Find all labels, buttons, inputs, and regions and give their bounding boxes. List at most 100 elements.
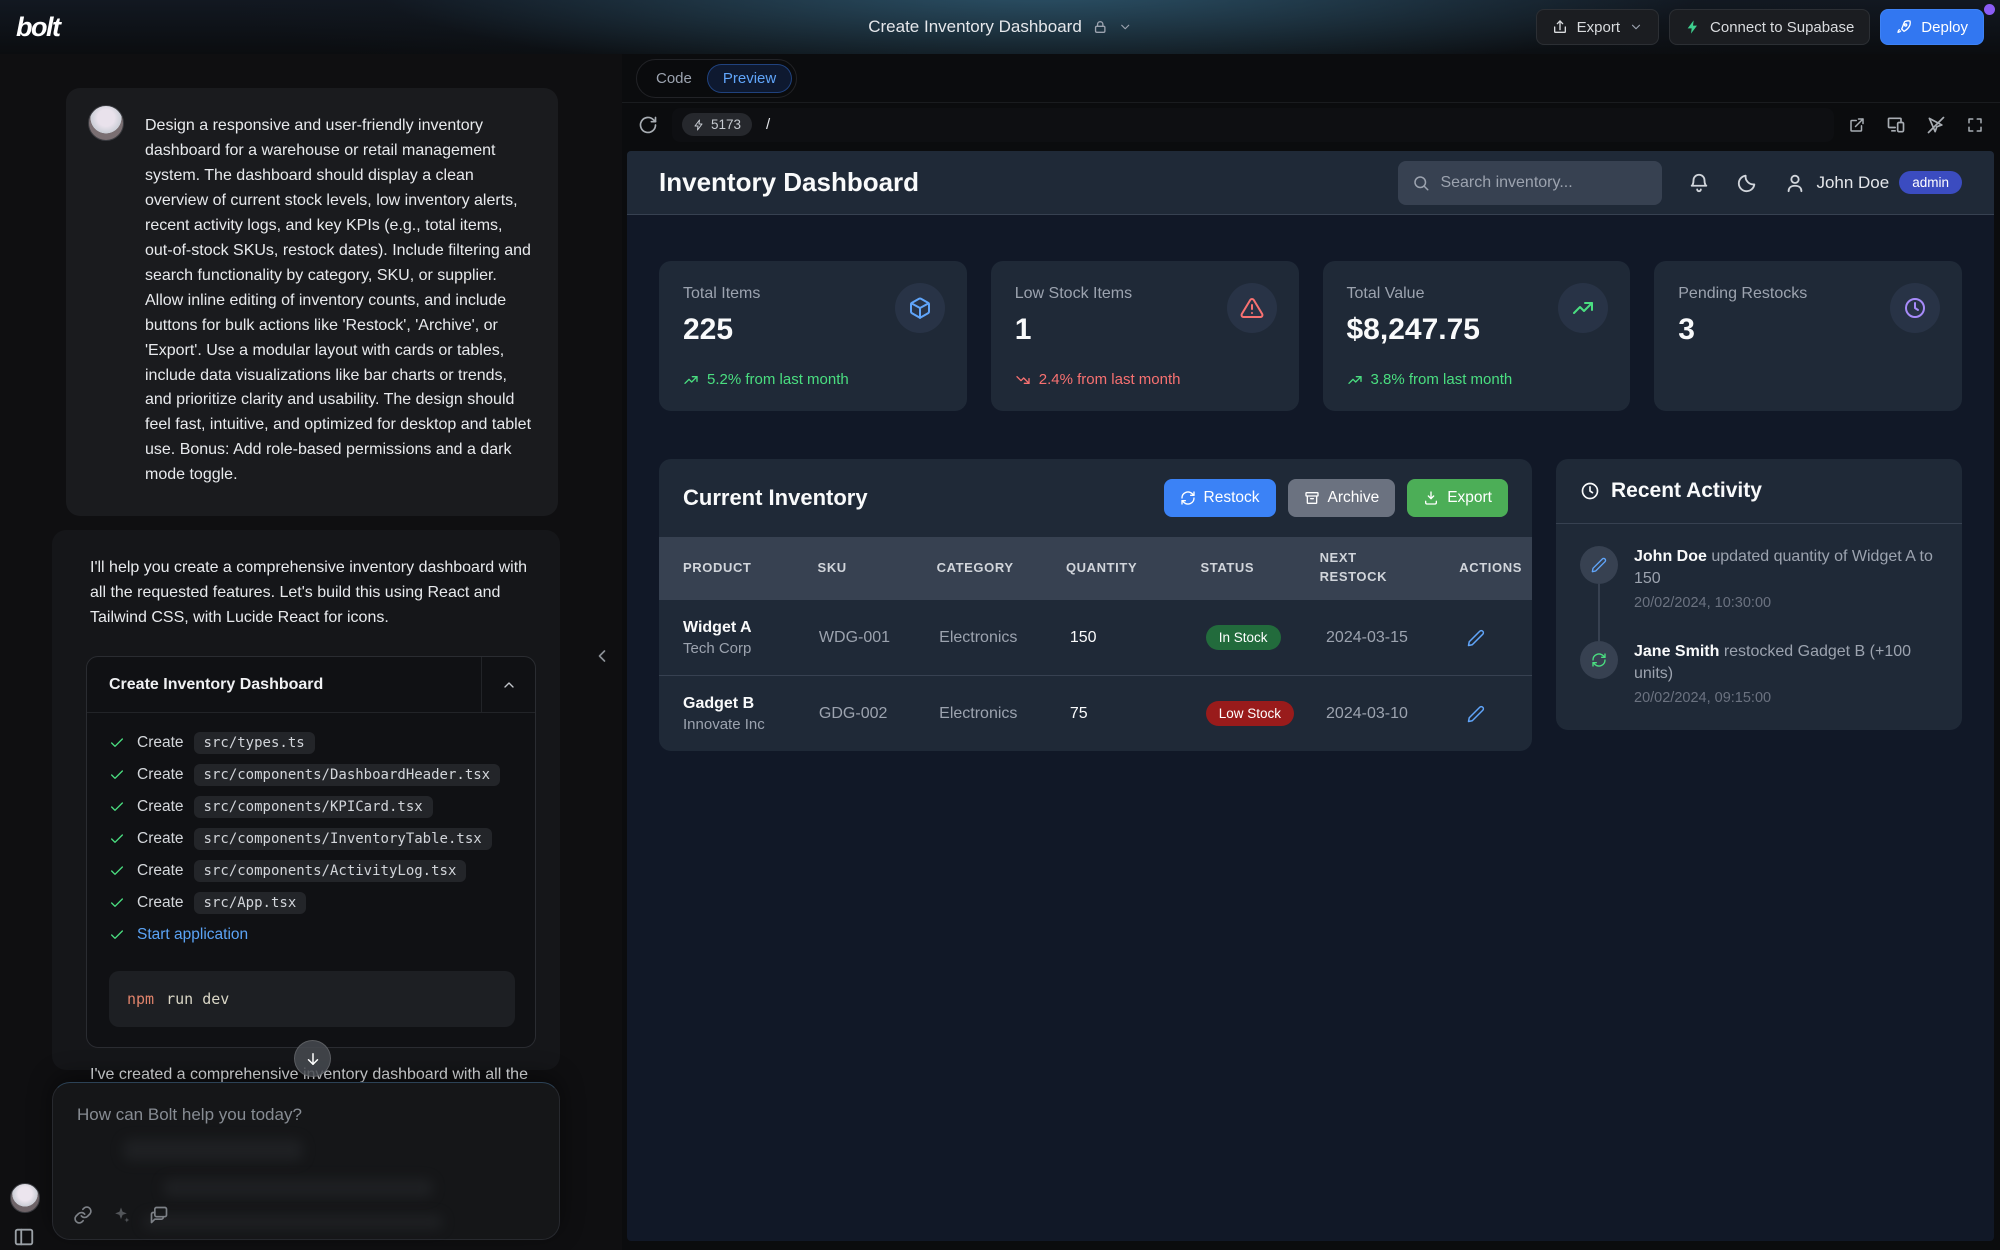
table-header: Product SKU Category Quantity Status Nex…	[659, 537, 1532, 599]
pencil-icon	[1467, 629, 1485, 647]
kpi-card-pending-restocks: Pending Restocks 3	[1654, 261, 1962, 411]
preview-viewport: Inventory Dashboard Search inventory... …	[627, 151, 1994, 1241]
inspector-toggle-button[interactable]	[1926, 115, 1946, 135]
start-application-link[interactable]: Start application	[137, 926, 248, 944]
collapse-chat-button[interactable]	[592, 646, 612, 666]
artifact-header[interactable]: Create Inventory Dashboard	[87, 657, 535, 713]
activity-title: Recent Activity	[1611, 479, 1762, 503]
step-row: Create src/components/DashboardHeader.ts…	[109, 759, 515, 791]
step-action: Create	[137, 766, 184, 784]
search-icon	[1412, 174, 1430, 192]
step-file-chip[interactable]: src/components/KPICard.tsx	[194, 796, 433, 818]
enhance-prompt-button[interactable]	[111, 1205, 131, 1225]
user-prompt-text: Design a responsive and user-friendly in…	[145, 117, 531, 483]
port-pill[interactable]: 5173	[682, 113, 752, 136]
restock-button[interactable]: Restock	[1164, 479, 1276, 517]
project-title: Create Inventory Dashboard	[868, 17, 1082, 37]
deploy-button[interactable]: Deploy	[1880, 9, 1984, 45]
address-bar[interactable]: 5173 /	[672, 108, 1834, 142]
chat-mode-button[interactable]	[149, 1205, 169, 1225]
step-action: Create	[137, 734, 184, 752]
activity-timestamp: 20/02/2024, 10:30:00	[1634, 595, 1938, 611]
check-icon	[109, 831, 125, 847]
edit-row-button[interactable]	[1467, 629, 1522, 647]
step-file-chip[interactable]: src/components/DashboardHeader.tsx	[194, 764, 501, 786]
kpi-delta-text: 2.4% from last month	[1039, 371, 1181, 388]
step-row: Create src/components/InventoryTable.tsx	[109, 823, 515, 855]
command-args: run dev	[166, 990, 229, 1008]
collapse-artifact-button[interactable]	[481, 657, 535, 713]
tab-code[interactable]: Code	[641, 65, 707, 92]
column-header: SKU	[818, 559, 937, 578]
trending-up-icon	[1571, 296, 1595, 320]
device-preview-button[interactable]	[1886, 115, 1906, 135]
sidebar-toggle-button[interactable]	[13, 1226, 35, 1248]
dark-mode-toggle[interactable]	[1736, 172, 1758, 194]
step-action: Create	[137, 798, 184, 816]
inventory-search-input[interactable]: Search inventory...	[1398, 161, 1662, 205]
notification-dot	[1984, 4, 1995, 15]
bell-icon	[1688, 172, 1710, 194]
assistant-message: I'll help you create a comprehensive inv…	[52, 530, 560, 1070]
chevron-down-icon[interactable]	[1118, 20, 1132, 34]
attach-link-button[interactable]	[73, 1205, 93, 1225]
edit-row-button[interactable]	[1467, 705, 1522, 723]
step-file-chip[interactable]: src/components/InventoryTable.tsx	[194, 828, 492, 850]
bolt-logo[interactable]: bolt	[16, 12, 59, 43]
check-icon	[109, 799, 125, 815]
notifications-button[interactable]	[1688, 172, 1710, 194]
supabase-icon	[1685, 19, 1701, 35]
app-title: Inventory Dashboard	[659, 167, 919, 198]
step-row: Create src/App.tsx	[109, 887, 515, 919]
category-cell: Electronics	[939, 705, 1070, 723]
activity-item: Jane Smith restocked Gadget B (+100 unit…	[1580, 641, 1938, 706]
restock-label: Restock	[1204, 489, 1260, 507]
kpi-row: Total Items 225 5.2% from last month Low…	[659, 261, 1962, 411]
kpi-card-low-stock: Low Stock Items 1 2.4% from last month	[991, 261, 1299, 411]
step-file-chip[interactable]: src/App.tsx	[194, 892, 307, 914]
check-icon	[109, 767, 125, 783]
panel-left-icon	[13, 1226, 35, 1248]
archive-button[interactable]: Archive	[1288, 479, 1396, 517]
port-number: 5173	[711, 117, 741, 132]
step-file-chip[interactable]: src/components/ActivityLog.tsx	[194, 860, 467, 882]
column-header: Product	[683, 559, 818, 578]
check-icon	[109, 863, 125, 879]
activity-timestamp: 20/02/2024, 09:15:00	[1634, 690, 1938, 706]
check-icon	[109, 895, 125, 911]
reload-preview-button[interactable]	[638, 115, 658, 135]
column-header: Quantity	[1066, 559, 1201, 578]
account-avatar[interactable]	[10, 1183, 40, 1213]
export-button[interactable]: Export	[1536, 9, 1659, 45]
lock-icon	[1092, 19, 1108, 35]
next-restock-cell: 2024-03-10	[1326, 705, 1467, 723]
step-row: Create src/components/KPICard.tsx	[109, 791, 515, 823]
column-header: Status	[1201, 559, 1320, 578]
trending-up-icon	[1347, 372, 1363, 388]
product-name: Widget A	[683, 619, 809, 637]
chat-input[interactable]: How can Bolt help you today?	[52, 1082, 560, 1240]
current-inventory-card: Current Inventory Restock Archive	[659, 459, 1532, 751]
chat-panel: Design a responsive and user-friendly in…	[0, 54, 622, 1250]
project-title-menu[interactable]: Create Inventory Dashboard	[868, 17, 1132, 37]
kpi-card-total-value: Total Value $8,247.75 3.8% from last mon…	[1323, 261, 1631, 411]
connect-supabase-button[interactable]: Connect to Supabase	[1669, 9, 1870, 45]
step-file-chip[interactable]: src/types.ts	[194, 732, 315, 754]
scroll-to-bottom-button[interactable]	[294, 1040, 331, 1077]
step-action: Create	[137, 862, 184, 880]
fullscreen-button[interactable]	[1966, 116, 1984, 134]
reload-icon	[638, 115, 658, 135]
timeline-connector	[1598, 584, 1600, 641]
inventory-title: Current Inventory	[683, 485, 868, 511]
search-placeholder: Search inventory...	[1440, 174, 1572, 192]
export-inventory-button[interactable]: Export	[1407, 479, 1508, 517]
column-header: Category	[937, 559, 1066, 578]
user-menu[interactable]: John Doe admin	[1784, 171, 1962, 194]
open-in-new-tab-button[interactable]	[1848, 116, 1866, 134]
pencil-icon	[1591, 557, 1607, 573]
app-header: Inventory Dashboard Search inventory... …	[627, 151, 1994, 215]
recent-activity-card: Recent Activity John Doe updated q	[1556, 459, 1962, 730]
tab-preview[interactable]: Preview	[707, 64, 792, 93]
kpi-delta-text: 5.2% from last month	[707, 371, 849, 388]
sku-cell: WDG-001	[819, 629, 939, 647]
